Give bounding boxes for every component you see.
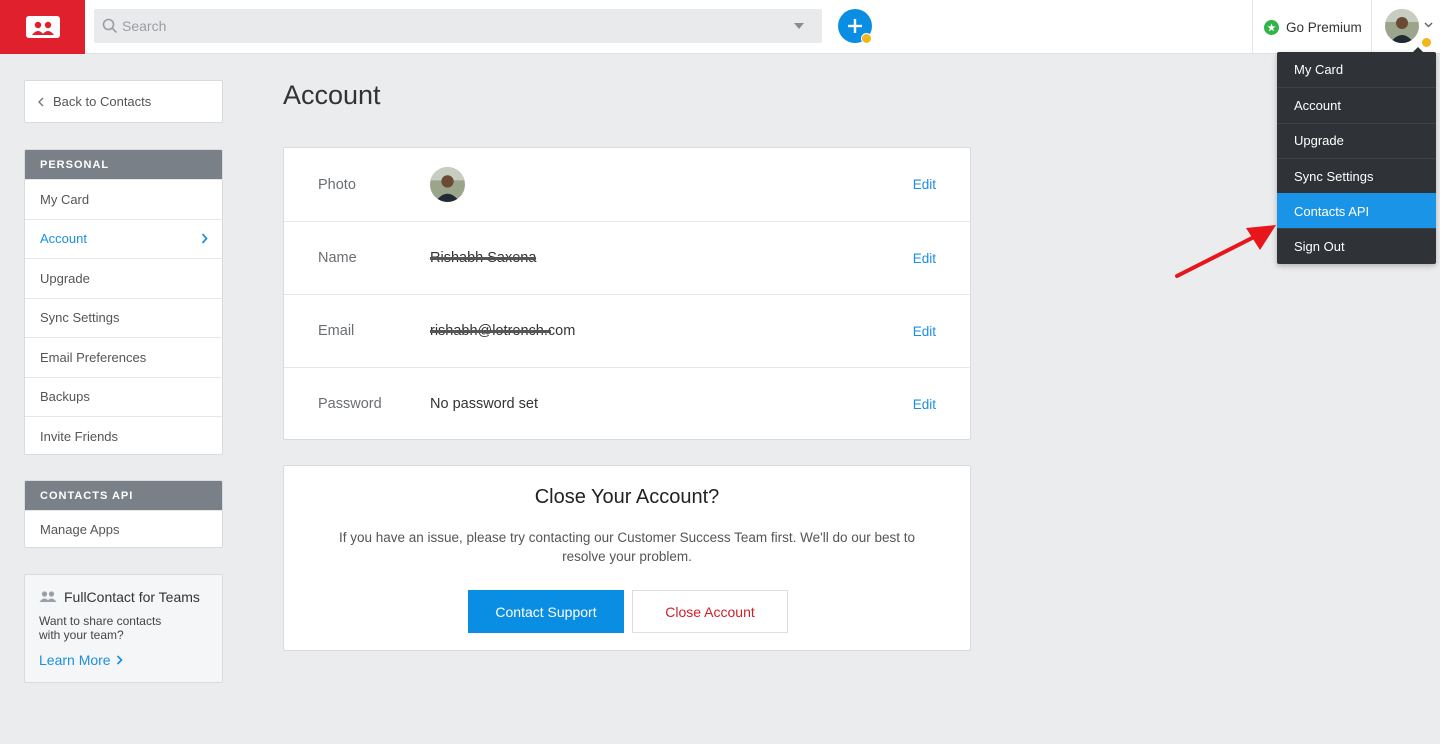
contacts-api-nav: CONTACTS API Manage Apps xyxy=(24,480,223,548)
avatar-image xyxy=(430,167,465,202)
menu-item-sign-out[interactable]: Sign Out xyxy=(1277,228,1436,263)
close-account-button[interactable]: Close Account xyxy=(632,590,788,633)
search-icon xyxy=(102,18,118,34)
app-logo[interactable] xyxy=(0,0,85,54)
close-account-actions: Contact Support Close Account xyxy=(468,590,788,633)
sidebar-item-manage-apps[interactable]: Manage Apps xyxy=(25,510,222,547)
sidebar-item-my-card[interactable]: My Card xyxy=(25,179,222,219)
go-premium-button[interactable]: Go Premium xyxy=(1252,0,1372,54)
edit-password-link[interactable]: Edit xyxy=(913,397,936,412)
photo-label: Photo xyxy=(318,176,356,193)
chevron-down-icon[interactable] xyxy=(794,23,804,29)
edit-name-link[interactable]: Edit xyxy=(913,251,936,266)
sidebar-item-backups[interactable]: Backups xyxy=(25,376,222,417)
profile-photo xyxy=(430,167,465,202)
back-to-contacts-link[interactable]: Back to Contacts xyxy=(24,80,223,123)
password-value: No password set xyxy=(430,396,538,412)
plus-icon xyxy=(848,19,862,33)
sidebar-item-email-preferences[interactable]: Email Preferences xyxy=(25,337,222,377)
user-avatar[interactable] xyxy=(1385,9,1419,43)
photo-row: Photo Edit xyxy=(284,148,970,221)
close-account-description: If you have an issue, please try contact… xyxy=(338,530,916,564)
redaction-line xyxy=(430,330,552,333)
contact-support-button[interactable]: Contact Support xyxy=(468,590,624,633)
sidebar-item-account[interactable]: Account xyxy=(25,218,222,259)
go-premium-label: Go Premium xyxy=(1286,19,1362,35)
menu-item-upgrade[interactable]: Upgrade xyxy=(1277,122,1436,158)
star-icon xyxy=(1264,19,1279,35)
group-icon xyxy=(39,591,57,602)
back-to-contacts-label: Back to Contacts xyxy=(53,94,152,109)
redaction-line xyxy=(430,257,537,260)
name-label: Name xyxy=(318,250,357,266)
close-account-card: Close Your Account? If you have an issue… xyxy=(283,465,971,651)
contacts-logo-icon xyxy=(25,16,60,38)
learn-more-link[interactable]: Learn More xyxy=(39,652,124,668)
page-title: Account xyxy=(283,80,381,110)
email-row: Email rishabh@lotrench.com Edit xyxy=(284,294,970,367)
chevron-down-icon[interactable] xyxy=(1424,22,1433,28)
annotation-arrow-icon xyxy=(1175,225,1276,278)
password-label: Password xyxy=(318,396,382,412)
menu-item-account[interactable]: Account xyxy=(1277,87,1436,122)
search-input[interactable] xyxy=(122,9,762,43)
teams-description: Want to share contacts with your team? xyxy=(39,614,162,642)
sidebar-item-sync-settings[interactable]: Sync Settings xyxy=(25,297,222,338)
teams-promo: FullContact for Teams Want to share cont… xyxy=(24,574,223,683)
email-label: Email xyxy=(318,323,355,339)
email-value-wrap: rishabh@lotrench.com xyxy=(430,322,575,340)
account-details-card: Photo Edit Name Rishabh Saxena Edit Emai… xyxy=(283,147,971,440)
name-value-wrap: Rishabh Saxena xyxy=(430,249,537,267)
sidebar-item-upgrade[interactable]: Upgrade xyxy=(25,258,222,298)
menu-item-contacts-api[interactable]: Contacts API xyxy=(1277,193,1436,229)
menu-item-my-card[interactable]: My Card xyxy=(1277,52,1436,87)
chevron-right-icon xyxy=(201,233,208,244)
edit-email-link[interactable]: Edit xyxy=(913,324,936,339)
sidebar-item-invite-friends[interactable]: Invite Friends xyxy=(25,416,222,454)
search-bar xyxy=(94,9,822,43)
user-dropdown-menu: My Card Account Upgrade Sync Settings Co… xyxy=(1277,52,1436,264)
top-bar: Go Premium xyxy=(0,0,1440,54)
personal-heading: PERSONAL xyxy=(25,150,222,179)
edit-photo-link[interactable]: Edit xyxy=(913,177,936,192)
password-row: Password No password set Edit xyxy=(284,367,970,440)
chevron-right-icon xyxy=(117,655,124,665)
chevron-left-icon xyxy=(38,97,44,106)
teams-title: FullContact for Teams xyxy=(39,589,208,605)
close-account-title: Close Your Account? xyxy=(534,486,720,508)
personal-nav: PERSONAL My Card Account Upgrade Sync Se… xyxy=(24,149,223,455)
name-row: Name Rishabh Saxena Edit xyxy=(284,221,970,294)
notification-dot xyxy=(861,33,872,44)
contacts-api-heading: CONTACTS API xyxy=(25,481,222,510)
menu-item-sync-settings[interactable]: Sync Settings xyxy=(1277,157,1436,193)
avatar-image xyxy=(1385,9,1419,43)
